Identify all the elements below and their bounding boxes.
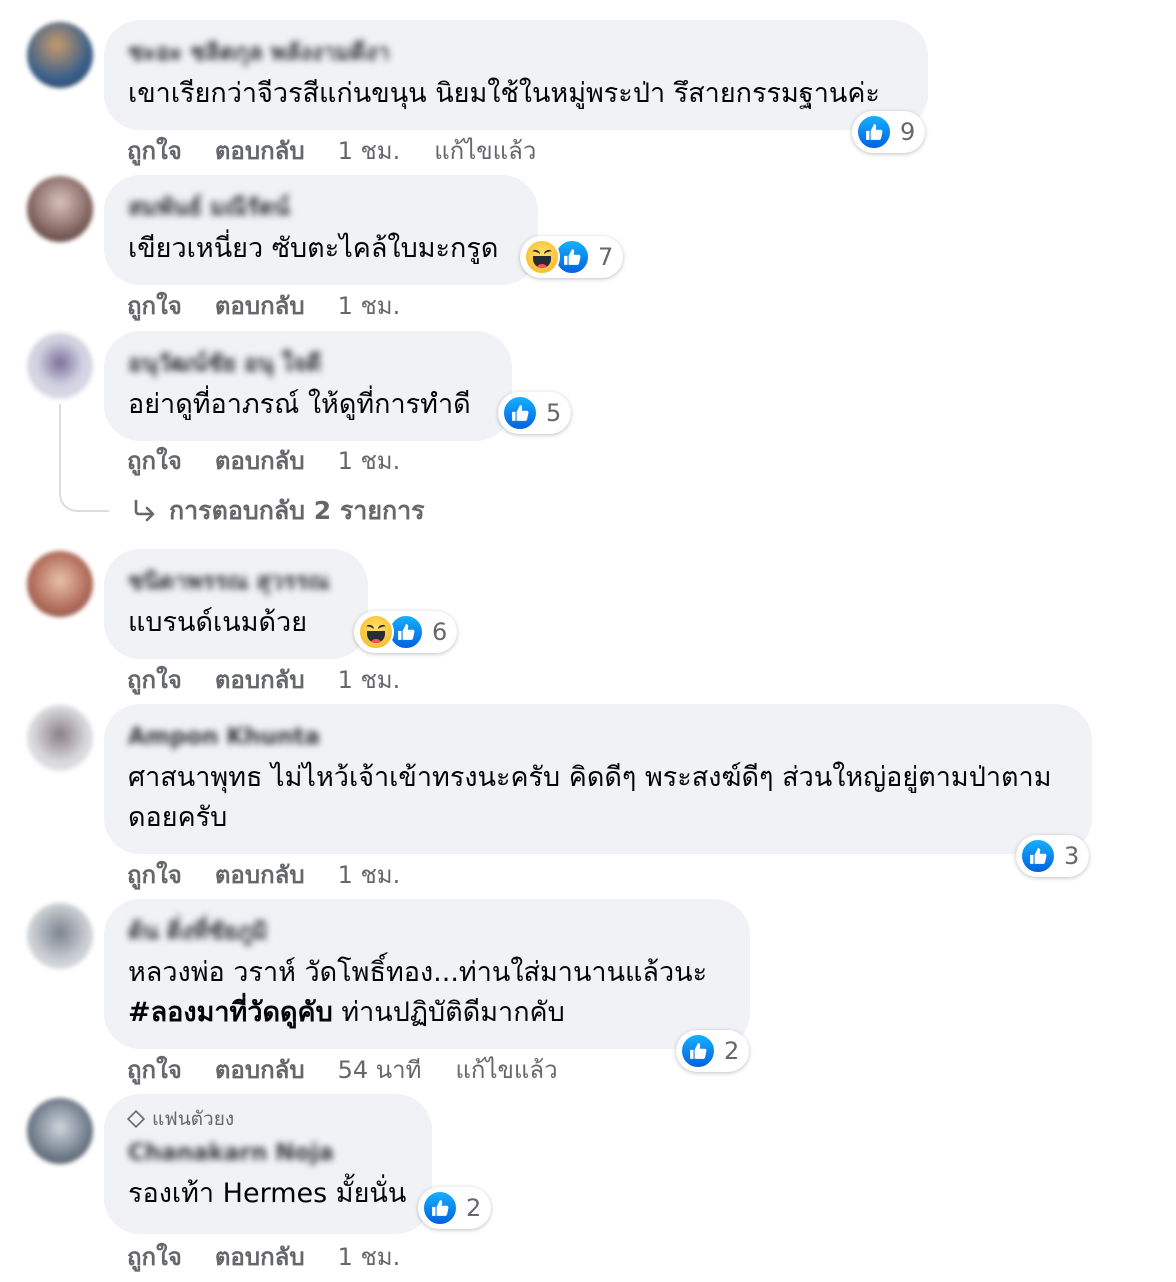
reaction-summary[interactable]: 3 [1016, 835, 1090, 877]
like-button[interactable]: ถูกใจ [127, 855, 182, 894]
edited-label[interactable]: แก้ไขแล้ว [434, 131, 536, 170]
avatar[interactable] [27, 551, 93, 617]
reaction-summary[interactable]: 7 [520, 236, 624, 278]
timestamp[interactable]: 1 ชม. [338, 441, 401, 480]
reaction-summary[interactable]: 5 [498, 392, 572, 434]
avatar[interactable] [27, 333, 93, 399]
comment-author[interactable]: ชะอะ ชลิตกุล พลังงามดีงา [128, 38, 904, 68]
timestamp[interactable]: 1 ชม. [338, 660, 401, 699]
comment-author[interactable]: ต้น ติ่งที่ชัยภูมิ [128, 917, 726, 947]
comment-text: รองเท้า Hermes มั้ยนั่น [128, 1178, 407, 1209]
comment-actions: ถูกใจ ตอบกลับ 1 ชม. [127, 662, 434, 696]
comment-text: เขียวเหนี่ยว ซับตะไคล้ใบมะกรูด [128, 233, 499, 264]
comment-actions: ถูกใจ ตอบกลับ 1 ชม. แก้ไขแล้ว [127, 133, 536, 167]
comment-bubble: Ampon Khunta ศาสนาพุทธ ไม่ไหว้เจ้าเข้าทร… [104, 704, 1092, 854]
reaction-count: 2 [724, 1037, 740, 1065]
reaction-count: 6 [432, 618, 448, 646]
reply-button[interactable]: ตอบกลับ [215, 1237, 305, 1276]
like-button[interactable]: ถูกใจ [127, 1050, 182, 1089]
timestamp[interactable]: 1 ชม. [338, 131, 401, 170]
comment-text-after: ท่านปฏิบัติดีมากคับ [332, 997, 565, 1028]
reply-button[interactable]: ตอบกลับ [215, 660, 305, 699]
hashtag-link[interactable]: #ลองมาที่วัดดูคับ [128, 997, 333, 1028]
like-reaction-icon [856, 114, 892, 150]
reaction-count: 9 [900, 118, 916, 146]
reply-arrow-icon [134, 499, 155, 522]
avatar[interactable] [27, 705, 93, 771]
comment-bubble: ต้น ติ่งที่ชัยภูมิ หลวงพ่อ วราห์ วัดโพธิ… [104, 899, 750, 1049]
like-reaction-icon [502, 395, 538, 431]
like-button[interactable]: ถูกใจ [127, 660, 182, 699]
view-replies-link[interactable]: การตอบกลับ 2 รายการ [131, 494, 425, 528]
reply-button[interactable]: ตอบกลับ [215, 855, 305, 894]
comment-author[interactable]: ชนิดาพรรณ สุวรรณ [128, 567, 344, 597]
top-fan-label: แฟนตัวยง [152, 1108, 235, 1130]
comment-author[interactable]: Chanakarn Noja [128, 1138, 408, 1168]
comment-author[interactable]: อนุวัฒน์ชัย อนุ ใจดี [128, 349, 488, 379]
comment-bubble: สมพันธ์ มณีรัตน์ เขียวเหนี่ยว ซับตะไคล้ใ… [104, 175, 538, 285]
comment-text-main: หลวงพ่อ วราห์ วัดโพธิ์ทอง...ท่านใส่มานาน… [128, 957, 708, 988]
like-button[interactable]: ถูกใจ [127, 286, 182, 325]
comment-bubble: ชนิดาพรรณ สุวรรณ แบรนด์เนมด้วย [104, 549, 368, 659]
reaction-count: 2 [466, 1194, 482, 1222]
like-reaction-icon [680, 1033, 716, 1069]
timestamp[interactable]: 1 ชม. [338, 855, 401, 894]
top-fan-badge[interactable]: แฟนตัวยง [126, 1108, 408, 1130]
haha-reaction-icon [358, 614, 394, 650]
comment-author[interactable]: Ampon Khunta [128, 722, 1068, 752]
diamond-icon [126, 1109, 146, 1129]
haha-reaction-icon [524, 239, 560, 275]
like-reaction-icon [1020, 838, 1056, 874]
reaction-count: 7 [598, 243, 614, 271]
comment-actions: ถูกใจ ตอบกลับ 1 ชม. [127, 1239, 434, 1273]
comment-author[interactable]: สมพันธ์ มณีรัตน์ [128, 193, 514, 223]
avatar[interactable] [27, 22, 93, 88]
like-button[interactable]: ถูกใจ [127, 1237, 182, 1276]
comment-text: แบรนด์เนมด้วย [128, 607, 308, 638]
timestamp[interactable]: 1 ชม. [338, 1237, 401, 1276]
reply-button[interactable]: ตอบกลับ [215, 286, 305, 325]
reply-button[interactable]: ตอบกลับ [215, 1050, 305, 1089]
avatar[interactable] [27, 1098, 93, 1164]
comment-bubble: อนุวัฒน์ชัย อนุ ใจดี อย่าดูที่อาภรณ์ ให้… [104, 331, 512, 441]
comment-text: ศาสนาพุทธ ไม่ไหว้เจ้าเข้าทรงนะครับ คิดดี… [128, 762, 1052, 833]
comment-bubble: แฟนตัวยง Chanakarn Noja รองเท้า Hermes ม… [104, 1094, 432, 1234]
comment-actions: ถูกใจ ตอบกลับ 54 นาที แก้ไขแล้ว [127, 1052, 558, 1086]
comment-actions: ถูกใจ ตอบกลับ 1 ชม. [127, 443, 434, 477]
thread-connector [59, 404, 109, 512]
reaction-count: 5 [546, 399, 562, 427]
comment-actions: ถูกใจ ตอบกลับ 1 ชม. [127, 857, 434, 891]
reply-button[interactable]: ตอบกลับ [215, 441, 305, 480]
reaction-summary[interactable]: 9 [852, 111, 926, 153]
comment-text: เขาเรียกว่าจีวรสีแก่นขนุน นิยมใช้ในหมู่พ… [128, 78, 880, 109]
reaction-summary[interactable]: 2 [418, 1187, 492, 1229]
like-button[interactable]: ถูกใจ [127, 441, 182, 480]
avatar[interactable] [27, 903, 93, 969]
reaction-count: 3 [1064, 842, 1080, 870]
comment-bubble: ชะอะ ชลิตกุล พลังงามดีงา เขาเรียกว่าจีวร… [104, 20, 928, 130]
like-button[interactable]: ถูกใจ [127, 131, 182, 170]
reaction-summary[interactable]: 6 [354, 611, 458, 653]
timestamp[interactable]: 54 นาที [338, 1050, 422, 1089]
like-reaction-icon [422, 1190, 458, 1226]
view-replies-label[interactable]: การตอบกลับ 2 รายการ [169, 491, 425, 531]
reply-button[interactable]: ตอบกลับ [215, 131, 305, 170]
reaction-summary[interactable]: 2 [676, 1030, 750, 1072]
comment-text: อย่าดูที่อาภรณ์ ให้ดูที่การทำดี [128, 389, 471, 420]
edited-label[interactable]: แก้ไขแล้ว [455, 1050, 557, 1089]
comment-actions: ถูกใจ ตอบกลับ 1 ชม. [127, 288, 434, 322]
avatar[interactable] [27, 176, 93, 242]
timestamp[interactable]: 1 ชม. [338, 286, 401, 325]
comment-text: หลวงพ่อ วราห์ วัดโพธิ์ทอง...ท่านใส่มานาน… [128, 953, 726, 1033]
